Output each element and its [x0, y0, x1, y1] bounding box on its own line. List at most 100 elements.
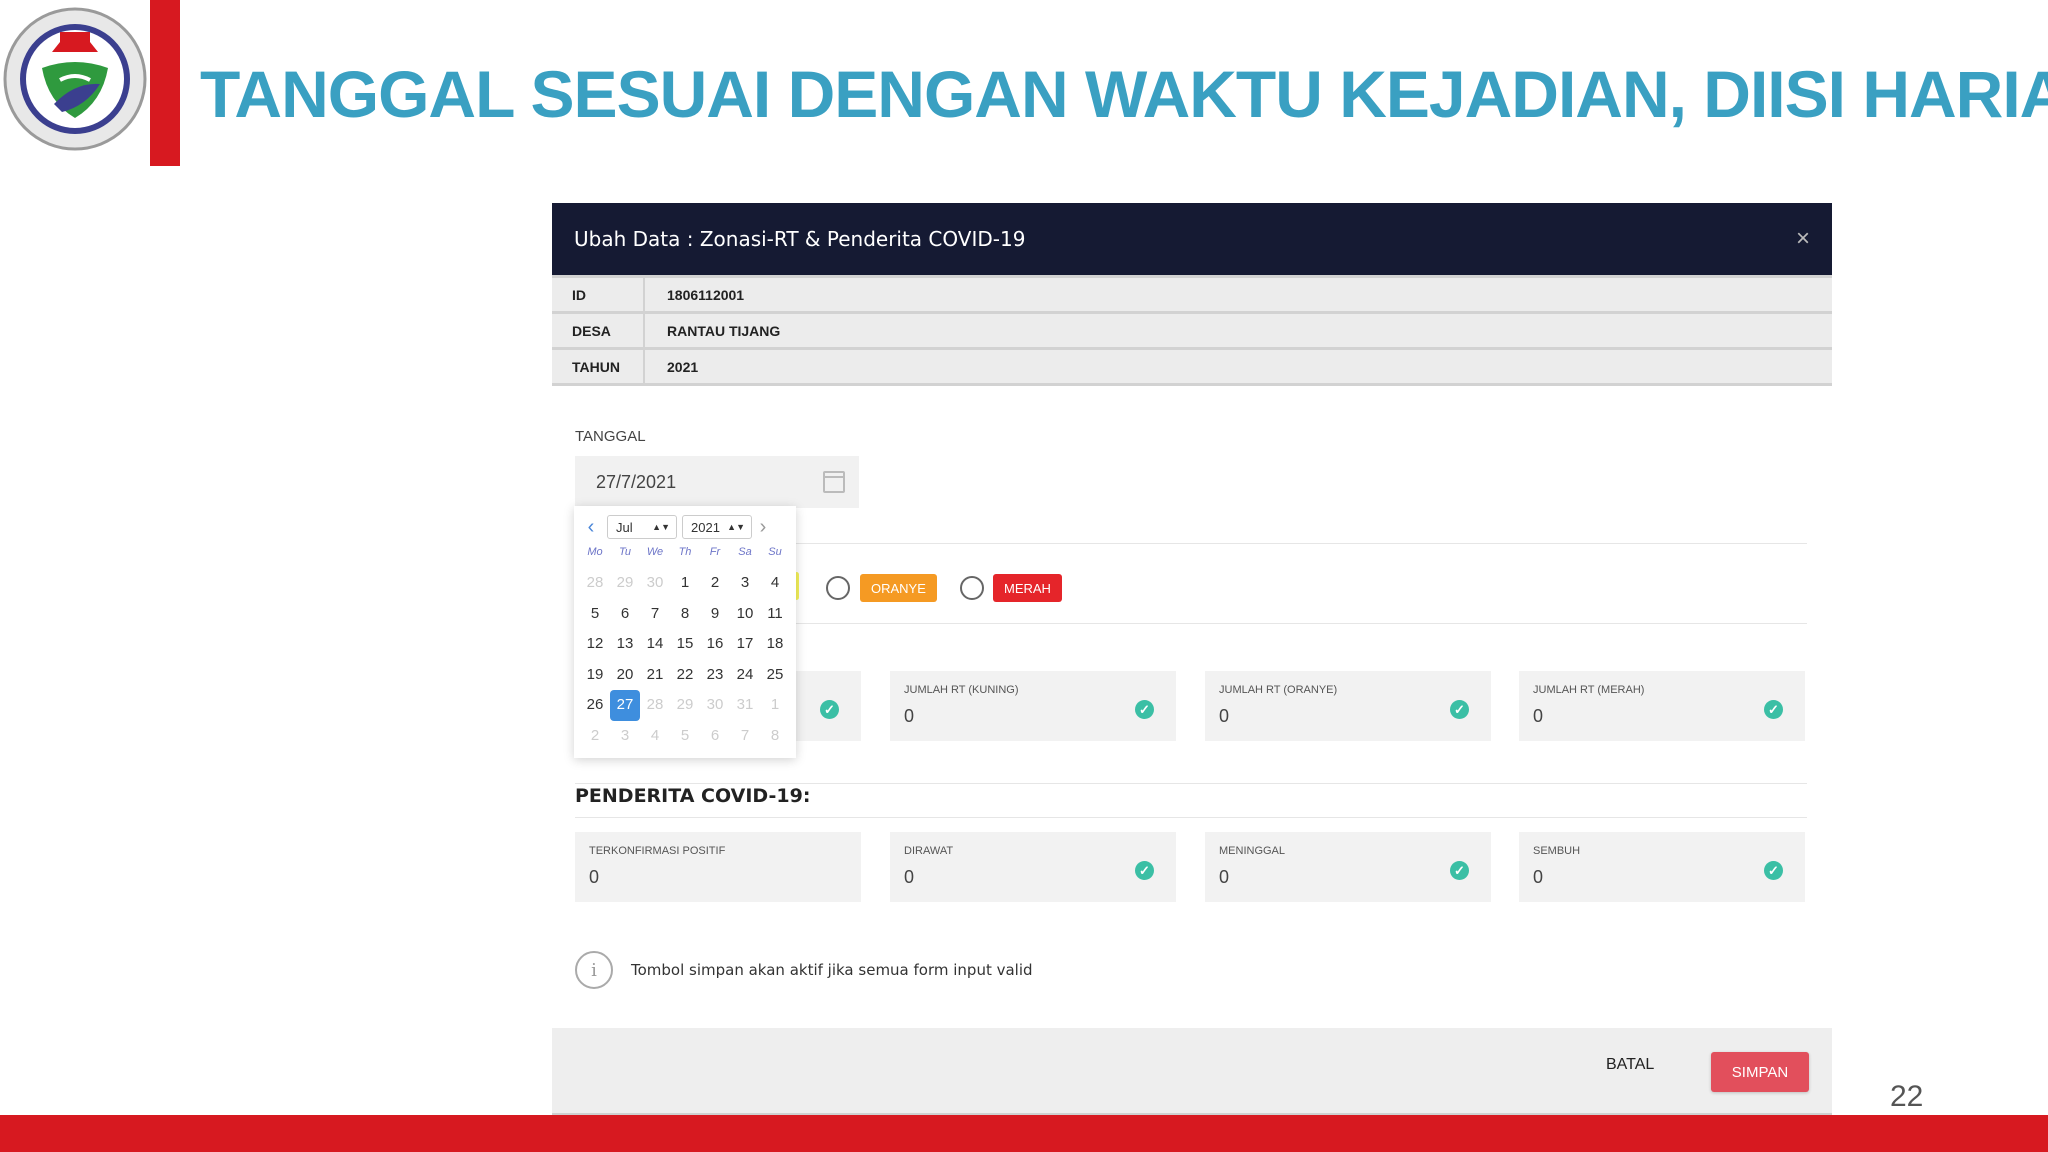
- batal-button[interactable]: BATAL: [1606, 1056, 1654, 1074]
- month-value: Jul: [616, 519, 633, 535]
- day-cell[interactable]: 3: [730, 568, 760, 599]
- day-cell[interactable]: 30: [640, 568, 670, 599]
- day-cell[interactable]: 20: [610, 660, 640, 691]
- field-label: JUMLAH RT (KUNING): [904, 684, 1019, 696]
- day-cell[interactable]: 10: [730, 599, 760, 630]
- weekday-label: Fr: [709, 546, 721, 558]
- ministry-logo: [2, 6, 148, 152]
- info-value: 1806112001: [644, 275, 1832, 314]
- field-jumlah-rt-oranye[interactable]: JUMLAH RT (ORANYE) 0 ✓: [1205, 671, 1491, 741]
- day-cell[interactable]: 18: [760, 629, 790, 660]
- day-cell[interactable]: 29: [670, 690, 700, 721]
- info-table: ID 1806112001 DESA RANTAU TIJANG TAHUN 2…: [552, 275, 1832, 386]
- weekday-header: Mo Tu We Th Fr Sa Su: [580, 546, 790, 564]
- month-select[interactable]: Jul ▲▼: [607, 515, 677, 539]
- simpan-button[interactable]: SIMPAN: [1711, 1052, 1809, 1092]
- radio-merah[interactable]: [960, 576, 984, 600]
- field-value: 0: [1219, 706, 1230, 726]
- field-label: MENINGGAL: [1219, 845, 1286, 857]
- info-row-id: ID 1806112001: [552, 275, 1832, 314]
- date-picker: ‹ Jul ▲▼ 2021 ▲▼ › Mo Tu We Th Fr Sa Su 28 29 30…: [574, 506, 796, 758]
- day-cell[interactable]: 13: [610, 629, 640, 660]
- day-cell[interactable]: 30: [700, 690, 730, 721]
- day-cell[interactable]: 31: [730, 690, 760, 721]
- info-icon: i: [575, 951, 613, 989]
- modal-title: Ubah Data : Zonasi-RT & Penderita COVID-…: [574, 227, 1026, 251]
- slide-title: TANGGAL SESUAI DENGAN WAKTU KEJADIAN, DI…: [200, 57, 2048, 131]
- check-icon: ✓: [820, 700, 839, 719]
- day-cell-selected[interactable]: 27: [610, 690, 640, 721]
- tanggal-value: 27/7/2021: [596, 471, 677, 492]
- day-cell[interactable]: 17: [730, 629, 760, 660]
- day-cell[interactable]: 14: [640, 629, 670, 660]
- field-value: 0: [589, 867, 600, 887]
- modal-footer: BATAL SIMPAN: [552, 1028, 1832, 1115]
- day-cell[interactable]: 8: [670, 599, 700, 630]
- date-picker-header: ‹ Jul ▲▼ 2021 ▲▼ ›: [580, 514, 790, 540]
- day-cell[interactable]: 26: [580, 690, 610, 721]
- divider: [575, 817, 1807, 818]
- day-cell[interactable]: 24: [730, 660, 760, 691]
- day-cell[interactable]: 21: [640, 660, 670, 691]
- field-label: TERKONFIRMASI POSITIF: [589, 845, 726, 857]
- field-dirawat[interactable]: DIRAWAT 0 ✓: [890, 832, 1176, 902]
- chevron-right-icon[interactable]: ›: [752, 516, 774, 539]
- check-icon: ✓: [1450, 861, 1469, 880]
- field-terkonfirmasi-positif[interactable]: TERKONFIRMASI POSITIF 0: [575, 832, 861, 902]
- field-label: JUMLAH RT (MERAH): [1533, 684, 1645, 696]
- day-cell[interactable]: 1: [670, 568, 700, 599]
- day-cell[interactable]: 9: [700, 599, 730, 630]
- field-value: 0: [1533, 706, 1544, 726]
- day-grid: 28 29 30 1 2 3 4 5 6 7 8 9 10 11 12 13 14 15 16 17 18 19 20 21 2…: [580, 568, 790, 751]
- day-cell[interactable]: 23: [700, 660, 730, 691]
- tanggal-input[interactable]: 27/7/2021: [575, 456, 859, 508]
- day-cell[interactable]: 6: [700, 721, 730, 752]
- weekday-label: Th: [678, 546, 692, 558]
- day-cell[interactable]: 7: [730, 721, 760, 752]
- page-number: 22: [1890, 1080, 1924, 1113]
- field-meninggal[interactable]: MENINGGAL 0 ✓: [1205, 832, 1491, 902]
- field-sembuh[interactable]: SEMBUH 0 ✓: [1519, 832, 1805, 902]
- info-key: DESA: [552, 312, 645, 350]
- field-jumlah-rt-kuning[interactable]: JUMLAH RT (KUNING) 0 ✓: [890, 671, 1176, 741]
- day-cell[interactable]: 11: [760, 599, 790, 630]
- close-icon[interactable]: ×: [1796, 225, 1810, 253]
- day-cell[interactable]: 16: [700, 629, 730, 660]
- day-cell[interactable]: 28: [580, 568, 610, 599]
- weekday-label: Sa: [738, 546, 752, 558]
- weekday-label: Su: [768, 546, 782, 558]
- day-cell[interactable]: 5: [670, 721, 700, 752]
- day-cell[interactable]: 4: [760, 568, 790, 599]
- day-cell[interactable]: 5: [580, 599, 610, 630]
- weekday-label: We: [646, 546, 664, 558]
- day-cell[interactable]: 12: [580, 629, 610, 660]
- info-row-tahun: TAHUN 2021: [552, 348, 1832, 386]
- day-cell[interactable]: 22: [670, 660, 700, 691]
- info-row-desa: DESA RANTAU TIJANG: [552, 312, 1832, 350]
- badge-merah: MERAH: [993, 574, 1062, 602]
- chevron-left-icon[interactable]: ‹: [580, 516, 602, 539]
- day-cell[interactable]: 29: [610, 568, 640, 599]
- day-cell[interactable]: 2: [700, 568, 730, 599]
- radio-oranye[interactable]: [826, 576, 850, 600]
- day-cell[interactable]: 15: [670, 629, 700, 660]
- day-cell[interactable]: 1: [760, 690, 790, 721]
- day-cell[interactable]: 6: [610, 599, 640, 630]
- year-select[interactable]: 2021 ▲▼: [682, 515, 752, 539]
- day-cell[interactable]: 8: [760, 721, 790, 752]
- day-cell[interactable]: 28: [640, 690, 670, 721]
- bottom-accent-band: [0, 1115, 2048, 1152]
- day-cell[interactable]: 3: [610, 721, 640, 752]
- validation-note: i Tombol simpan akan aktif jika semua fo…: [575, 951, 1033, 989]
- header-accent-bar: [150, 0, 180, 166]
- day-cell[interactable]: 4: [640, 721, 670, 752]
- day-cell[interactable]: 2: [580, 721, 610, 752]
- info-value: 2021: [644, 348, 1832, 386]
- field-jumlah-rt-merah[interactable]: JUMLAH RT (MERAH) 0 ✓: [1519, 671, 1805, 741]
- calendar-icon[interactable]: [823, 471, 845, 493]
- check-icon: ✓: [1135, 700, 1154, 719]
- day-cell[interactable]: 7: [640, 599, 670, 630]
- info-value: RANTAU TIJANG: [644, 312, 1832, 350]
- day-cell[interactable]: 25: [760, 660, 790, 691]
- day-cell[interactable]: 19: [580, 660, 610, 691]
